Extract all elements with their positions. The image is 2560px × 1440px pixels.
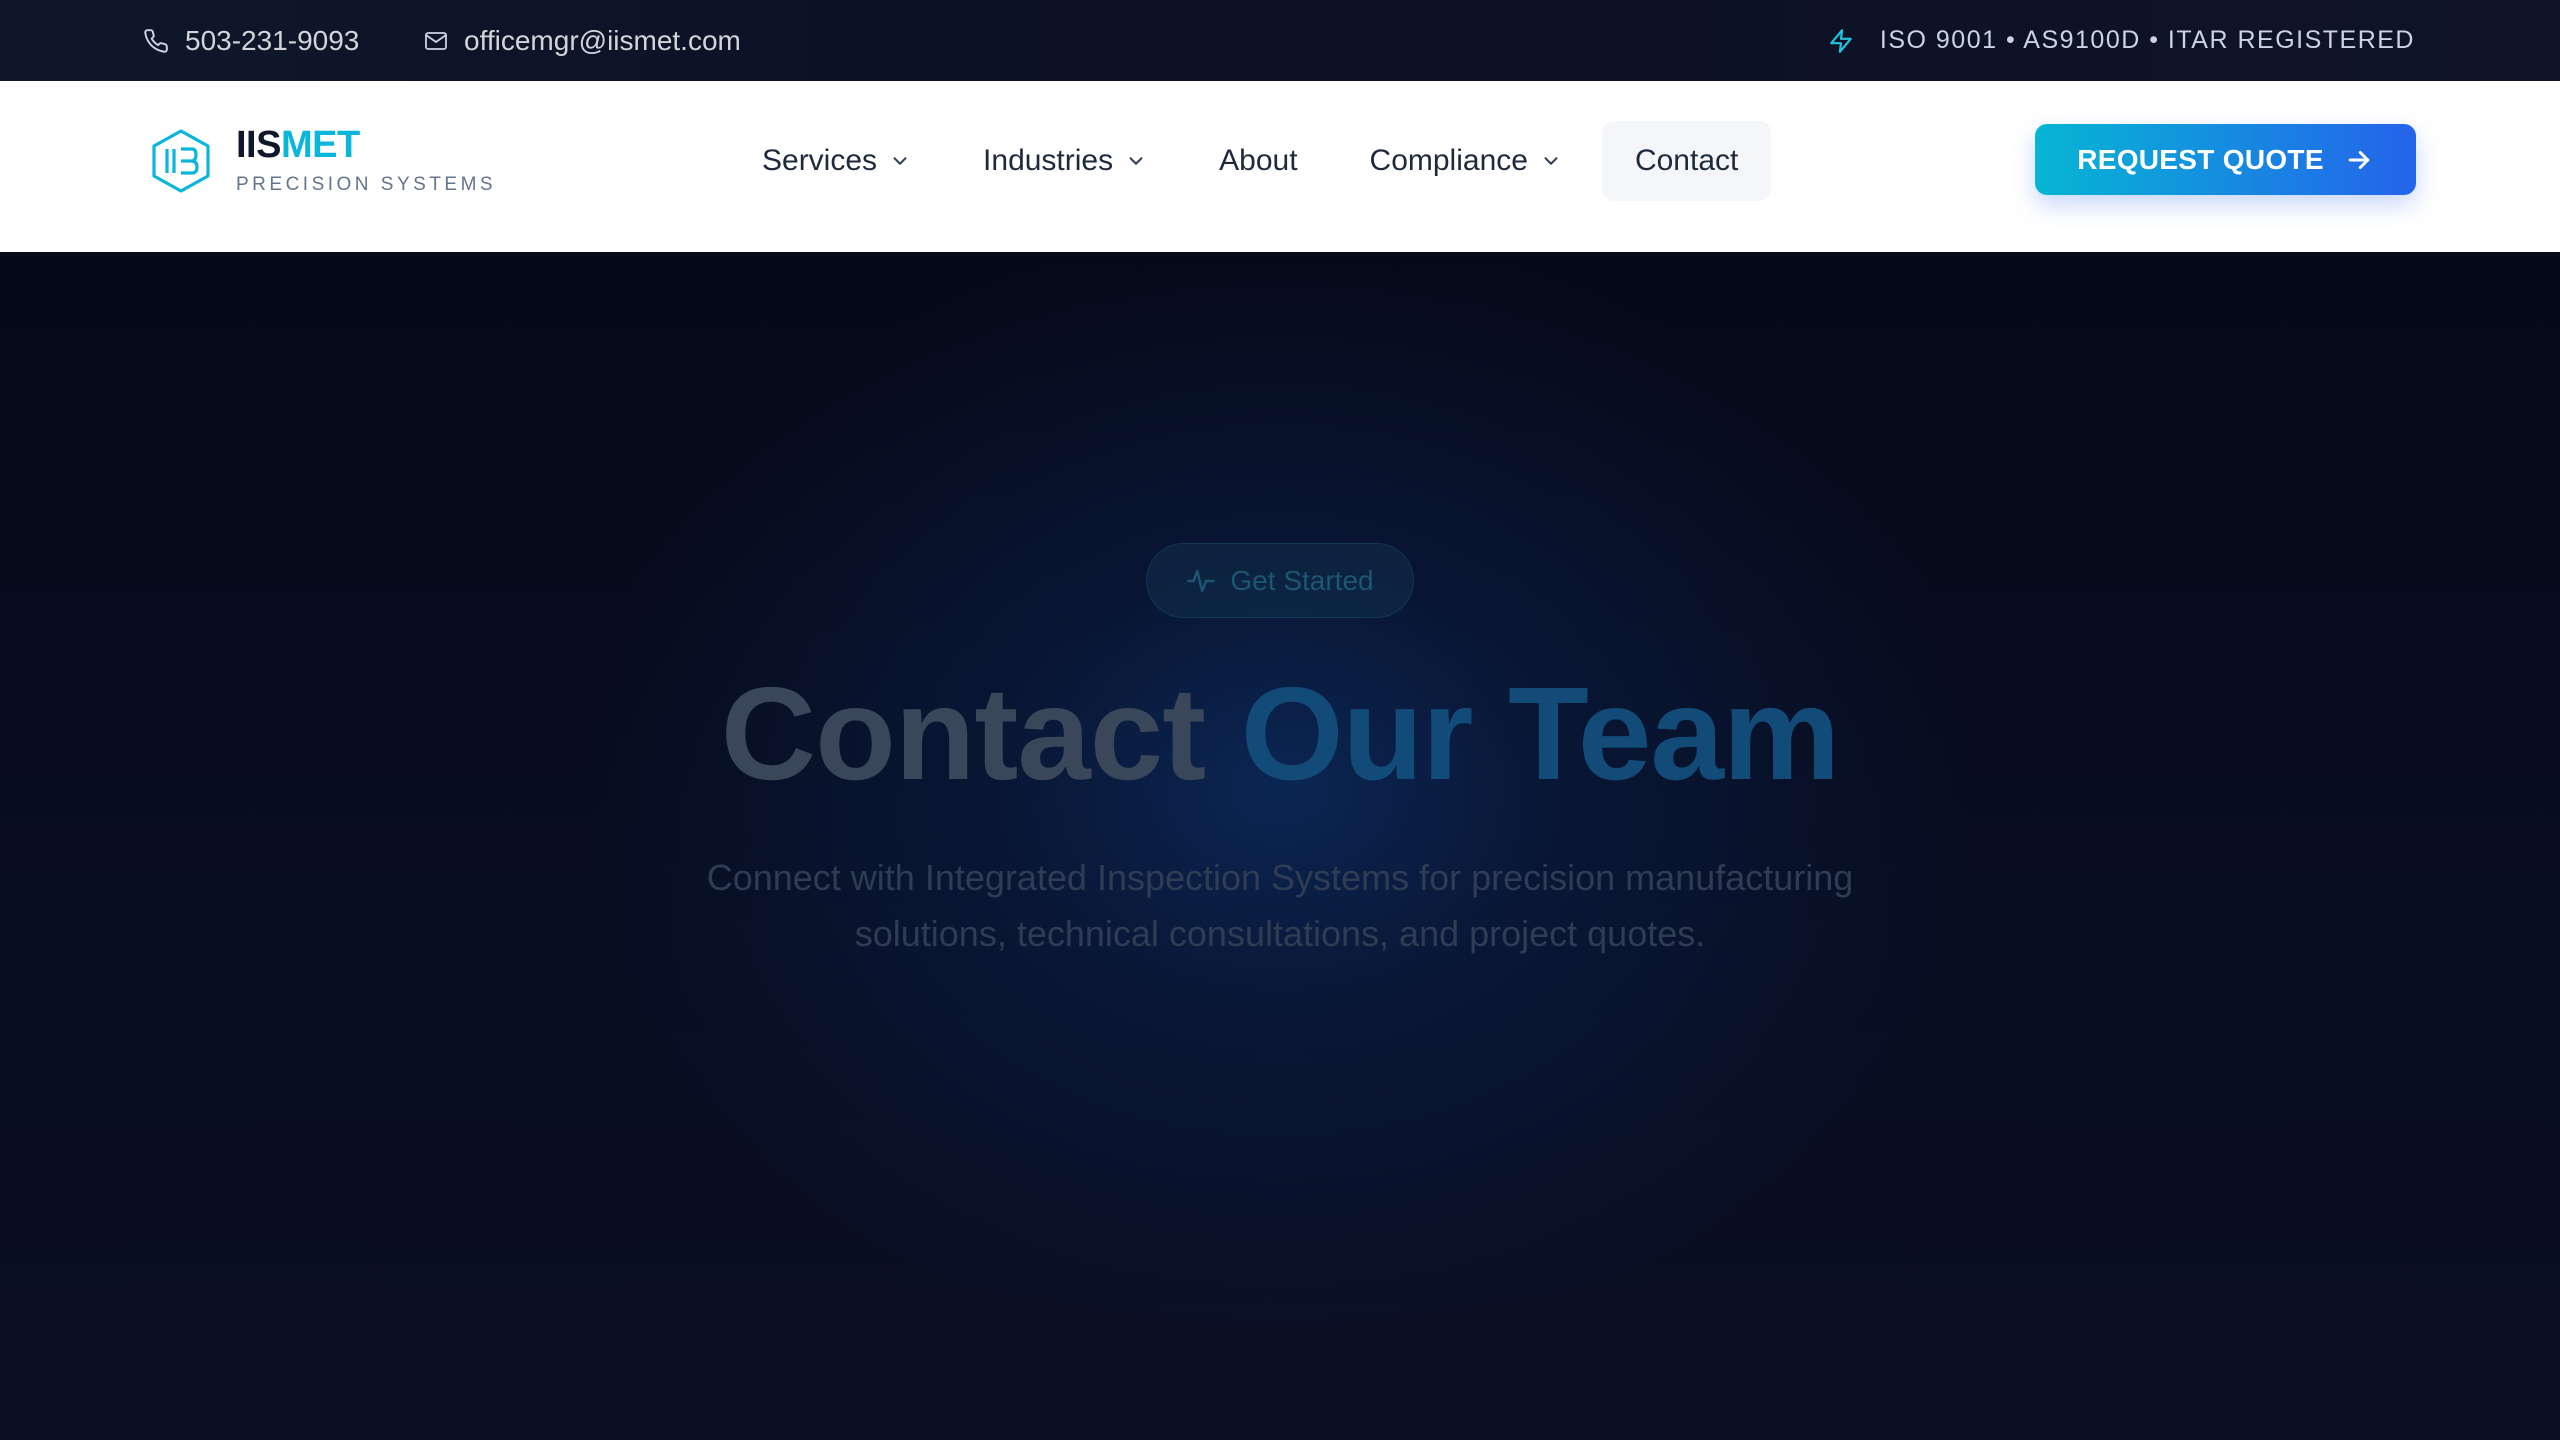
chevron-down-icon xyxy=(1544,157,1558,165)
hexagon-logo-icon xyxy=(152,129,210,193)
request-quote-label: REQUEST QUOTE xyxy=(2077,143,2324,175)
brand-name-primary: IIS xyxy=(236,124,281,166)
nav-item-industries[interactable]: Industries xyxy=(967,121,1163,201)
phone-link[interactable]: 503-231-9093 xyxy=(143,0,359,81)
nav-item-label: About xyxy=(1219,144,1298,177)
arrow-right-icon xyxy=(2348,150,2370,169)
title-highlight: Our Team xyxy=(1240,660,1840,807)
nav-item-label: Contact xyxy=(1634,144,1739,177)
request-quote-button[interactable]: REQUEST QUOTE xyxy=(2035,124,2416,195)
top-utility-bar: 503-231-9093 officemgr@iismet.com ISO 90… xyxy=(0,0,2560,81)
phone-number: 503-231-9093 xyxy=(185,24,360,56)
chevron-down-icon xyxy=(893,157,907,165)
subtitle-line-2: solutions, technical consultations, and … xyxy=(854,913,1706,954)
hero-subtitle: Connect with Integrated Inspection Syste… xyxy=(640,850,1920,962)
email-link[interactable]: officemgr@iismet.com xyxy=(424,0,741,81)
certifications: ISO 9001 • AS9100D • ITAR REGISTERED xyxy=(1828,0,2415,81)
brand-logo[interactable]: IISMET PRECISION SYSTEMS xyxy=(150,126,496,196)
lightning-bolt-icon xyxy=(1830,28,1852,53)
nav-item-about[interactable]: About xyxy=(1203,121,1313,201)
title-plain: Contact xyxy=(720,660,1206,807)
subtitle-line-1: Connect with Integrated Inspection Syste… xyxy=(706,857,1854,898)
nav-item-contact[interactable]: Contact xyxy=(1601,121,1772,201)
nav-item-label: Compliance xyxy=(1369,144,1528,177)
nav-item-compliance[interactable]: Compliance xyxy=(1354,121,1578,201)
mail-icon xyxy=(425,31,447,50)
brand-name: IISMET xyxy=(236,126,496,164)
primary-nav: Services Industries About Compliance Con… xyxy=(746,121,1772,201)
page-title: Contact Our Team xyxy=(0,661,2560,806)
nav-item-label: Services xyxy=(762,144,878,177)
nav-item-services[interactable]: Services xyxy=(746,121,927,201)
phone-icon xyxy=(144,28,168,53)
nav-item-label: Industries xyxy=(983,144,1114,177)
brand-tagline: PRECISION SYSTEMS xyxy=(236,174,497,195)
certifications-text: ISO 9001 • AS9100D • ITAR REGISTERED xyxy=(1879,26,2415,54)
activity-pulse-icon xyxy=(1187,569,1216,592)
badge-label: Get Started xyxy=(1230,564,1374,596)
get-started-badge: Get Started xyxy=(1146,543,1414,618)
brand-name-accent: MET xyxy=(280,124,360,166)
chevron-down-icon xyxy=(1129,157,1143,165)
email-address: officemgr@iismet.com xyxy=(464,24,741,56)
hero-section: Get Started Contact Our Team Connect wit… xyxy=(0,256,2560,1440)
